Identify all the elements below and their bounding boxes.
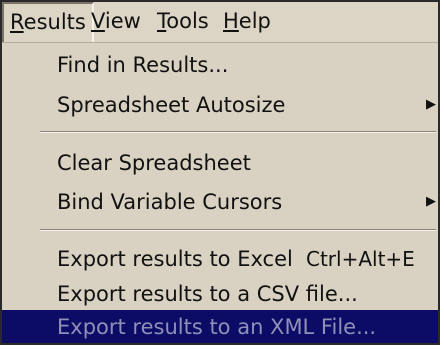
menu-window: Results View Tools Help Find in Results.…	[0, 0, 440, 345]
menu-help-label: elp	[238, 9, 271, 33]
menu-item-clear-spreadsheet[interactable]: Clear Spreadsheet	[2, 145, 438, 181]
menu-item-export-xml[interactable]: Export results to an XML File...	[2, 310, 438, 343]
menu-view-label: iew	[104, 9, 141, 33]
menu-item-label: Export results to Excel	[57, 247, 293, 271]
menu-results-mnemonic: R	[10, 10, 24, 34]
menu-item-export-csv[interactable]: Export results to a CSV file...	[2, 276, 438, 312]
menu-view[interactable]: View	[85, 2, 147, 42]
menu-item-export-excel[interactable]: Export results to Excel Ctrl+Alt+E	[2, 241, 438, 277]
menu-results[interactable]: Results	[2, 2, 94, 42]
menu-results-label: esults	[23, 10, 86, 34]
submenu-arrow-icon: ▶	[426, 194, 436, 209]
submenu-arrow-icon: ▶	[426, 97, 436, 112]
menu-item-find-in-results[interactable]: Find in Results...	[2, 47, 438, 83]
menu-view-mnemonic: V	[91, 9, 105, 33]
menu-item-spreadsheet-autosize[interactable]: Spreadsheet Autosize ▶	[2, 87, 438, 123]
menu-help[interactable]: Help	[217, 2, 277, 42]
menu-item-bind-variable-cursors[interactable]: Bind Variable Cursors ▶	[2, 184, 438, 220]
menu-item-label: Export results to an XML File...	[57, 315, 377, 339]
menu-item-shortcut: Ctrl+Alt+E	[306, 247, 415, 271]
menu-separator	[40, 131, 436, 133]
menu-item-label: Export results to a CSV file...	[57, 282, 358, 306]
menu-tools[interactable]: Tools	[151, 2, 215, 42]
menu-separator	[40, 229, 436, 231]
menu-item-label: Find in Results...	[57, 53, 229, 77]
menu-help-mnemonic: H	[223, 9, 239, 33]
menu-item-label: Spreadsheet Autosize	[57, 93, 286, 117]
menu-item-label: Clear Spreadsheet	[57, 151, 251, 175]
menu-bar: Results View Tools Help	[2, 2, 438, 42]
menu-tools-label: ools	[166, 9, 209, 33]
results-dropdown-menu: Find in Results... Spreadsheet Autosize …	[2, 42, 438, 343]
menu-item-label: Bind Variable Cursors	[57, 190, 283, 214]
menu-tools-mnemonic: T	[157, 9, 167, 33]
